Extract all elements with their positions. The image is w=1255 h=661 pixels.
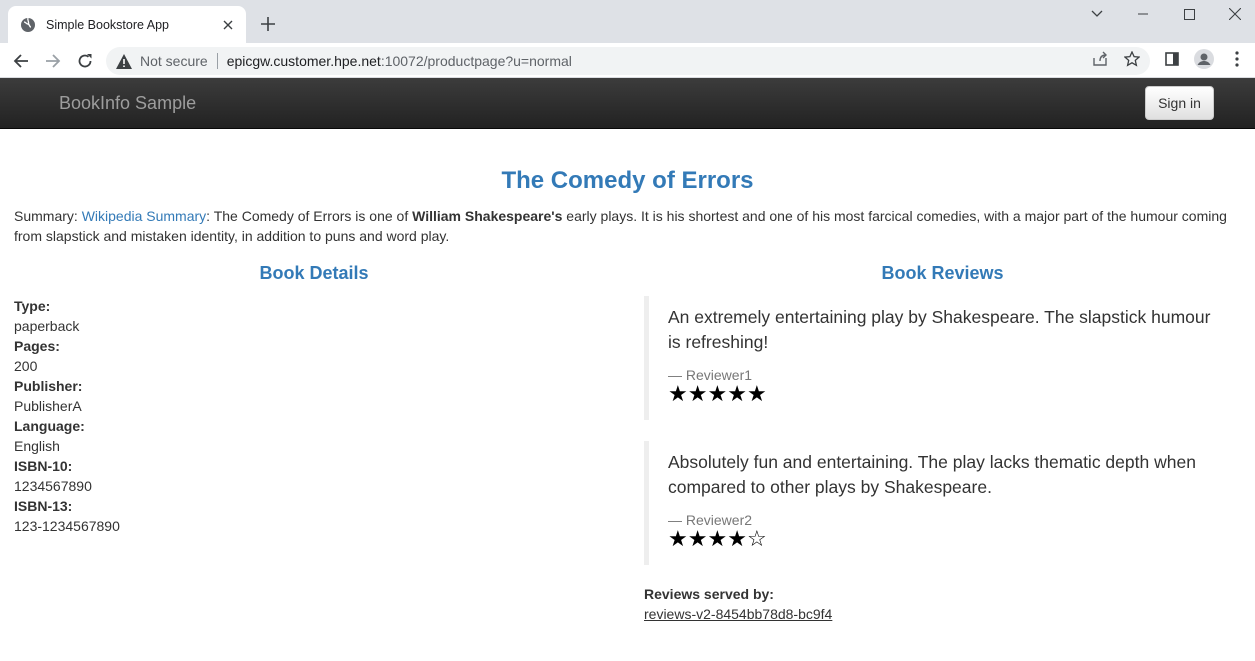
detail-label-language: Language:	[14, 418, 85, 434]
url-host: epicgw.customer.hpe.net	[226, 53, 381, 69]
detail-value-publisher: PublisherA	[14, 398, 82, 414]
reviews-served-label: Reviews served by:	[644, 586, 774, 602]
omnibox-divider	[216, 53, 218, 69]
browser-tab[interactable]: Simple Bookstore App	[8, 6, 246, 43]
globe-icon	[20, 17, 36, 33]
close-tab-icon[interactable]	[220, 17, 236, 33]
reviews-served-value[interactable]: reviews-v2-8454bb78d8-bc9f4	[644, 606, 832, 622]
maximize-icon[interactable]	[1166, 0, 1212, 28]
detail-value-language: English	[14, 438, 60, 454]
tab-search-icon[interactable]	[1074, 0, 1120, 28]
brand-link[interactable]: BookInfo Sample	[59, 93, 196, 114]
forward-arrow-icon[interactable]	[40, 48, 66, 74]
share-icon[interactable]	[1089, 48, 1111, 70]
page-title: The Comedy of Errors	[501, 167, 754, 194]
new-tab-icon[interactable]	[258, 14, 278, 34]
back-arrow-icon[interactable]	[8, 48, 34, 74]
detail-value-pages: 200	[14, 358, 38, 374]
reload-icon[interactable]	[72, 48, 98, 74]
detail-label-type: Type:	[14, 298, 51, 314]
detail-label-isbn10: ISBN-10:	[14, 458, 73, 474]
detail-value-type: paperback	[14, 318, 80, 334]
detail-label-publisher: Publisher:	[14, 378, 83, 394]
star-filled-icon: ★	[707, 381, 728, 406]
summary-text-1: : The Comedy of Errors is one of	[206, 208, 413, 224]
star-filled-icon: ★	[668, 526, 688, 551]
minimize-icon[interactable]	[1120, 0, 1166, 28]
detail-label-isbn13: ISBN-13:	[14, 498, 73, 514]
summary-author: William Shakespeare's	[412, 208, 563, 224]
bookmark-star-icon[interactable]	[1121, 48, 1143, 70]
summary-prefix: Summary:	[14, 208, 82, 224]
book-summary: Summary: Wikipedia Summary: The Comedy o…	[14, 206, 1239, 246]
browser-toolbar: Not secure epicgw.customer.hpe.net:10072…	[0, 43, 1255, 78]
review-card: Absolutely fun and entertaining. The pla…	[644, 441, 1224, 565]
close-window-icon[interactable]	[1212, 0, 1255, 28]
browser-tab-bar: Simple Bookstore App	[0, 0, 1255, 43]
star-rating: ★★★★★	[668, 383, 1224, 405]
book-details-heading: Book Details	[259, 263, 369, 283]
kebab-menu-icon[interactable]	[1226, 48, 1248, 70]
side-panel-icon[interactable]	[1161, 48, 1183, 70]
book-details-list: Type: paperback Pages: 200 Publisher: Pu…	[14, 296, 120, 536]
star-filled-icon: ★	[727, 526, 747, 551]
star-rating: ★★★★☆	[668, 528, 1224, 550]
book-reviews-heading: Book Reviews	[881, 263, 1004, 283]
star-filled-icon: ★	[687, 381, 708, 406]
star-empty-icon: ☆	[746, 526, 767, 551]
url-path: :10072/productpage?u=normal	[380, 53, 572, 69]
site-navbar: BookInfo Sample Sign in	[0, 78, 1255, 129]
detail-value-isbn13: 123-1234567890	[14, 518, 120, 534]
review-card: An extremely entertaining play by Shakes…	[644, 296, 1224, 420]
star-filled-icon: ★	[707, 526, 728, 551]
star-filled-icon: ★	[746, 381, 767, 406]
detail-label-pages: Pages:	[14, 338, 60, 354]
security-label[interactable]: Not secure	[140, 53, 208, 69]
wikipedia-summary-link[interactable]: Wikipedia Summary	[82, 208, 206, 224]
star-filled-icon: ★	[687, 526, 708, 551]
tab-title: Simple Bookstore App	[46, 17, 169, 32]
star-filled-icon: ★	[727, 381, 747, 406]
address-bar[interactable]: Not secure epicgw.customer.hpe.net:10072…	[106, 47, 1150, 75]
warning-icon[interactable]	[116, 53, 132, 69]
sign-in-button[interactable]: Sign in	[1145, 86, 1214, 120]
detail-value-isbn10: 1234567890	[14, 478, 92, 494]
review-text: An extremely entertaining play by Shakes…	[668, 307, 1211, 352]
url-text[interactable]: epicgw.customer.hpe.net:10072/productpag…	[227, 53, 572, 69]
profile-avatar-icon[interactable]	[1193, 48, 1215, 70]
star-filled-icon: ★	[668, 381, 688, 406]
review-text: Absolutely fun and entertaining. The pla…	[668, 452, 1196, 497]
